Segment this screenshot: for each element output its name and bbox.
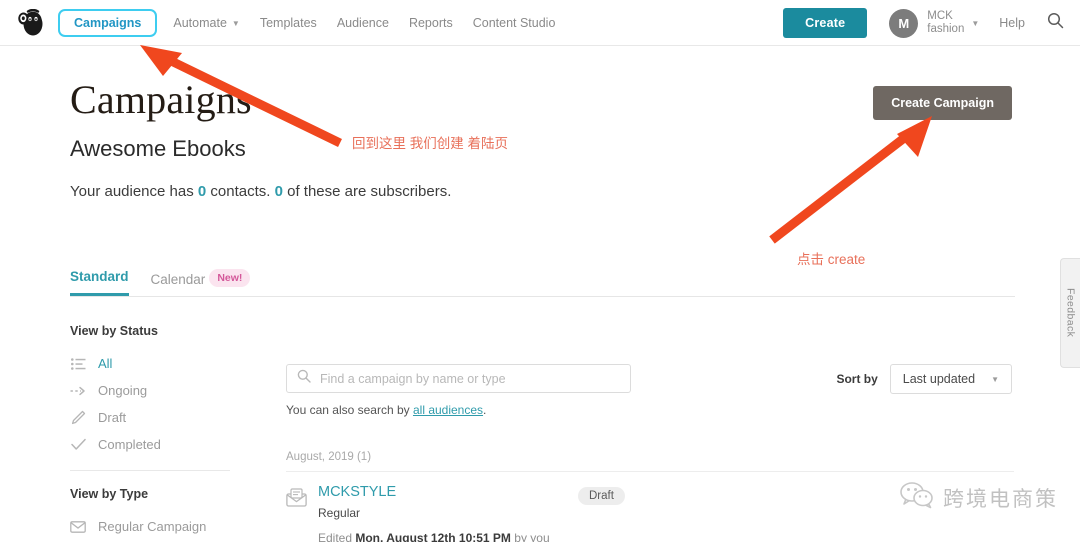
new-badge: New! — [209, 269, 251, 287]
sort-by-value: Last updated — [902, 372, 976, 386]
nav-item-campaigns-label: Campaigns — [74, 15, 142, 30]
edited-prefix: Edited — [318, 531, 356, 542]
page-title: Campaigns — [70, 77, 252, 122]
audience-prefix: Your audience has — [70, 183, 198, 200]
avatar[interactable]: M — [889, 8, 919, 38]
wechat-icon — [900, 481, 934, 514]
audience-mid: contacts. — [206, 183, 275, 200]
search-helper-suffix: . — [483, 403, 487, 417]
status-badge: Draft — [578, 487, 625, 505]
view-tabs: Standard Calendar New! — [70, 269, 1015, 297]
freddie-logo-icon — [18, 8, 43, 35]
pencil-icon — [70, 410, 86, 425]
nav-item-content-studio[interactable]: Content Studio — [463, 10, 566, 36]
open-envelope-icon — [286, 488, 307, 512]
sidebar-item-completed-label: Completed — [98, 437, 161, 452]
nav-item-templates-label: Templates — [259, 15, 317, 30]
search-input[interactable] — [320, 371, 620, 386]
view-by-type-header: View by Type — [70, 487, 149, 501]
filters-sidebar: View by Status All Ongoing Draft Complet… — [70, 324, 250, 540]
chevron-down-icon: ▼ — [231, 18, 240, 28]
campaign-type: Regular — [318, 506, 361, 520]
dashed-arrow-icon — [70, 386, 86, 396]
sort-by-label: Sort by — [836, 372, 878, 386]
top-navigation-bar: Campaigns Automate ▼ Templates Audience … — [0, 0, 1080, 46]
search-icon[interactable] — [1047, 12, 1064, 34]
envelope-icon — [70, 520, 86, 533]
campaign-search[interactable] — [286, 364, 631, 393]
list-divider — [286, 471, 1014, 472]
help-link[interactable]: Help — [999, 16, 1025, 30]
feedback-tab[interactable]: Feedback — [1060, 258, 1080, 368]
account-name-line1: MCK — [927, 10, 953, 22]
chevron-down-icon: ▼ — [971, 19, 980, 28]
nav-right-cluster: Create M MCK fashion ▼ Help — [783, 0, 1080, 46]
sidebar-item-draft[interactable]: Draft — [70, 404, 250, 431]
view-by-status-header: View by Status — [70, 324, 158, 338]
chevron-down-icon: ▼ — [991, 375, 999, 384]
sidebar-item-all-label: All — [98, 356, 113, 371]
search-helper-text: You can also search by all audiences. — [286, 403, 486, 417]
contacts-count: 0 — [197, 183, 207, 200]
page-subtitle: Awesome Ebooks — [70, 136, 246, 161]
nav-item-audience-label: Audience — [336, 15, 389, 30]
subscribers-count: 0 — [274, 183, 283, 200]
campaign-name-link[interactable]: MCKSTYLE — [318, 484, 396, 500]
edited-suffix: by you — [510, 531, 550, 542]
sort-control: Sort by Last updated ▼ — [836, 364, 1012, 394]
mailchimp-campaigns-page: Campaigns Automate ▼ Templates Audience … — [0, 0, 1080, 542]
create-campaign-button[interactable]: Create Campaign — [873, 86, 1012, 120]
audience-suffix: of these are subscribers. — [282, 183, 452, 200]
edited-date: Mon, August 12th 10:51 PM — [355, 531, 511, 542]
account-name-line2: fashion — [927, 23, 965, 35]
nav-item-reports[interactable]: Reports — [399, 10, 463, 36]
tab-standard[interactable]: Standard — [70, 269, 129, 296]
nav-item-campaigns[interactable]: Campaigns — [58, 8, 158, 37]
search-icon — [297, 369, 311, 388]
tab-standard-label: Standard — [70, 269, 129, 284]
audience-summary: Your audience has 0 contacts. 0 of these… — [70, 183, 451, 200]
mailchimp-logo[interactable] — [6, 8, 58, 37]
sidebar-item-draft-label: Draft — [98, 410, 127, 425]
sidebar-item-regular-campaign-label: Regular Campaign — [98, 519, 207, 534]
annotation-text-campaigns: 回到这里 我们创建 着陆页 — [352, 136, 509, 151]
nav-item-automate-label: Automate — [173, 15, 227, 30]
nav-item-automate[interactable]: Automate ▼ — [163, 10, 249, 36]
all-audiences-link[interactable]: all audiences — [413, 403, 483, 417]
annotation-arrow-to-create-campaign — [769, 116, 932, 244]
sidebar-item-regular-campaign[interactable]: Regular Campaign — [70, 513, 250, 540]
watermark-text: 跨境电商策 — [943, 487, 1058, 511]
sidebar-item-completed[interactable]: Completed — [70, 431, 250, 458]
search-helper-prefix: You can also search by — [286, 403, 413, 417]
feedback-label: Feedback — [1064, 288, 1077, 338]
nav-item-reports-label: Reports — [408, 15, 453, 30]
check-icon — [70, 438, 86, 451]
campaign-edited-info: Edited Mon, August 12th 10:51 PM by you — [318, 531, 550, 542]
account-switcher[interactable]: MCK fashion ▼ — [927, 10, 979, 36]
create-button[interactable]: Create — [783, 8, 868, 38]
sidebar-item-ongoing[interactable]: Ongoing — [70, 377, 250, 404]
list-icon — [70, 357, 86, 370]
nav-item-audience[interactable]: Audience — [327, 10, 399, 36]
sidebar-item-all[interactable]: All — [70, 350, 250, 377]
tab-calendar-label: Calendar — [150, 272, 206, 287]
watermark: 跨境电商策 — [900, 481, 1058, 514]
month-group-header: August, 2019 (1) — [286, 451, 372, 463]
nav-item-templates[interactable]: Templates — [250, 10, 327, 36]
sidebar-item-ongoing-label: Ongoing — [98, 383, 148, 398]
sort-by-select[interactable]: Last updated ▼ — [889, 364, 1012, 394]
annotation-text-create: 点击 create — [797, 252, 866, 267]
tab-calendar[interactable]: Calendar New! — [150, 269, 251, 296]
sidebar-divider — [70, 470, 230, 471]
nav-item-content-studio-label: Content Studio — [472, 15, 556, 30]
primary-nav-items: Campaigns Automate ▼ Templates Audience … — [58, 8, 566, 37]
